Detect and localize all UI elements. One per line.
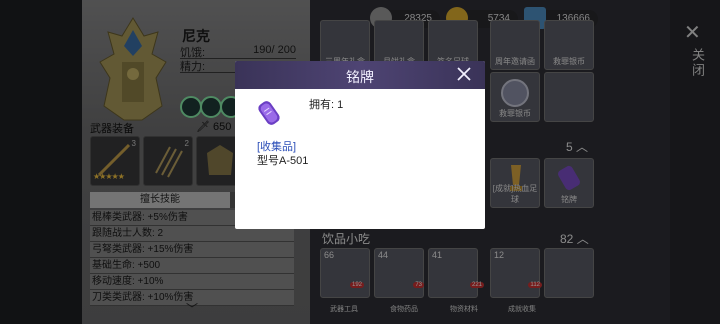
dialog-header: 铭牌 [235,61,485,89]
owned-count: 拥有: 1 [309,99,344,111]
dialog-title: 铭牌 [346,69,374,85]
close-icon[interactable] [455,65,473,83]
item-name: 型号A-501 [257,155,309,167]
item-dialog: 铭牌 拥有: 1 [收集品] 型号A-501 [235,61,485,229]
nameplate-icon [258,101,280,125]
